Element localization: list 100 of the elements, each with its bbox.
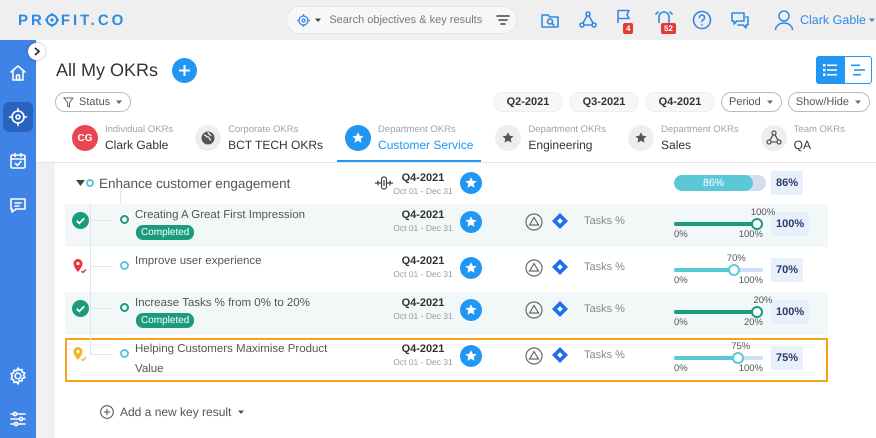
calendar-icon: [8, 151, 28, 171]
settings-icon: [8, 366, 28, 386]
slider-max-label: 100%: [738, 276, 763, 286]
gantt-icon: [851, 64, 865, 76]
slider-thumb[interactable]: [732, 352, 744, 364]
help-icon[interactable]: [691, 9, 713, 31]
period-button[interactable]: Q3-2021: [569, 92, 639, 112]
period-label: Q4-2021: [402, 255, 444, 267]
page-title: All My OKRs: [56, 60, 158, 80]
metric-label: Tasks %: [584, 349, 625, 361]
key-result-row[interactable]: Creating A Great First Impression Completed Q4-2021 Oct 01 - Dec 31 Tasks % 100% 0% 100% 100%: [65, 204, 828, 247]
diamond-icon[interactable]: [552, 347, 568, 363]
notification-badge: 52: [661, 23, 676, 34]
slider-min-label: 0%: [674, 318, 688, 328]
expand-button[interactable]: [28, 43, 45, 60]
metric-label: Tasks %: [584, 303, 625, 315]
period-button[interactable]: Q4-2021: [645, 92, 715, 112]
metric-label: Tasks %: [584, 215, 625, 227]
okr-tab[interactable]: CG Individual OKRs Clark Gable: [64, 116, 182, 162]
slider-min-label: 0%: [674, 230, 688, 240]
target-icon[interactable]: [296, 12, 312, 28]
notification-badge: 4: [623, 23, 634, 34]
slider-thumb[interactable]: [728, 264, 740, 276]
diamond-icon[interactable]: [552, 213, 568, 229]
key-result-row[interactable]: Increase Tasks % from 0% to 20% Completed Q4-2021 Oct 01 - Dec 31 Tasks % 20% 0% 20% 100%: [65, 292, 828, 335]
okr-tab[interactable]: Department OKRs Engineering: [487, 116, 614, 162]
sliders-icon: [8, 409, 28, 429]
caret-icon: [766, 99, 774, 105]
period-label: Q4-2021: [402, 209, 444, 221]
slider-thumb[interactable]: [751, 218, 763, 230]
period-label: Q4-2021: [402, 297, 444, 309]
slider-max-label: 20%: [744, 318, 763, 328]
period-button[interactable]: Q2-2021: [493, 92, 563, 112]
view-toggle[interactable]: [816, 56, 844, 84]
objective-title[interactable]: Enhance customer engagement: [99, 176, 290, 190]
target-icon: [8, 107, 28, 127]
search-input[interactable]: Search objectives & key results: [325, 14, 493, 26]
user-icon[interactable]: [774, 9, 794, 31]
period-label: Q4-2021: [402, 172, 444, 184]
progress-badge: 100%: [771, 300, 810, 324]
slider-max-label: 100%: [738, 230, 763, 240]
status-tag: Completed: [136, 313, 194, 328]
chat-icon: [8, 195, 28, 215]
diamond-icon[interactable]: [552, 259, 568, 275]
status-dot: [86, 179, 94, 187]
slider-icon[interactable]: [375, 174, 393, 192]
filter-icon: [63, 96, 74, 108]
bell-icon[interactable]: [653, 9, 675, 23]
key-result-title[interactable]: Improve user experience: [135, 251, 262, 271]
add-button[interactable]: [172, 58, 198, 82]
logo: PR FIT.CO: [18, 12, 126, 28]
progress-badge: 70%: [771, 258, 804, 282]
chat-icon[interactable]: [729, 9, 751, 31]
plus-circle-icon: [100, 405, 114, 419]
status-tag: Completed: [136, 225, 194, 240]
period-label: Q4-2021: [402, 343, 444, 355]
target-icon: [44, 13, 59, 27]
progress-text: 86%: [703, 177, 724, 189]
caret-icon: [854, 99, 862, 105]
slider-thumb[interactable]: [751, 306, 763, 318]
date-range: Oct 01 - Dec 31: [393, 311, 453, 321]
home-icon: [8, 63, 28, 83]
key-result-row[interactable]: Helping Customers Maximise Product Value Q4-2021 Oct 01 - Dec 31 Tasks % 75% 0% 100% 75%: [65, 338, 828, 382]
key-result-title[interactable]: Creating A Great First Impression: [135, 205, 306, 225]
search-field[interactable]: Search objectives & key results: [286, 6, 517, 34]
date-range: Oct 01 - Dec 31: [393, 186, 453, 196]
nav-item[interactable]: [3, 102, 33, 132]
date-range: Oct 01 - Dec 31: [393, 223, 453, 233]
metric-label: Tasks %: [584, 261, 625, 273]
slider-value: 70%: [726, 253, 746, 264]
key-result-title[interactable]: Helping Customers Maximise Product Value: [135, 339, 335, 379]
filter-icon[interactable]: [496, 13, 510, 27]
status-filter[interactable]: Status: [55, 92, 132, 112]
dropdown[interactable]: Period: [721, 92, 782, 112]
okr-tab[interactable]: Corporate OKRs BCT TECH OKRs: [187, 116, 332, 162]
date-range: Oct 01 - Dec 31: [393, 357, 453, 367]
flag-icon[interactable]: [615, 9, 633, 23]
caret-icon: [237, 409, 246, 415]
add-key-result-button[interactable]: Add a new key result: [100, 405, 246, 419]
team-icon: [760, 125, 787, 151]
chevron-icon: [32, 47, 40, 56]
view-toggle[interactable]: [844, 56, 872, 84]
caret-icon: [868, 17, 876, 23]
diamond-icon[interactable]: [552, 301, 568, 317]
plus-icon: [178, 64, 192, 76]
dropdown[interactable]: Show/Hide: [788, 92, 870, 112]
avatar: CG: [72, 125, 98, 151]
slider-min-label: 0%: [674, 364, 688, 374]
key-result-title[interactable]: Increase Tasks % from 0% to 20%: [135, 293, 310, 313]
progress-badge: 86%: [771, 171, 804, 195]
caret-down-icon: [76, 180, 84, 186]
slider-max-label: 100%: [738, 364, 763, 374]
list-icon: [823, 64, 837, 76]
okr-tab[interactable]: Department OKRs Sales: [620, 116, 747, 162]
slider-value: 75%: [731, 341, 750, 352]
progress-badge: 75%: [771, 346, 804, 370]
slider-value: 20%: [754, 295, 772, 306]
slider-min-label: 0%: [674, 276, 688, 286]
date-range: Oct 01 - Dec 31: [393, 269, 453, 279]
okr-tab[interactable]: Team OKRs QA: [752, 116, 853, 162]
